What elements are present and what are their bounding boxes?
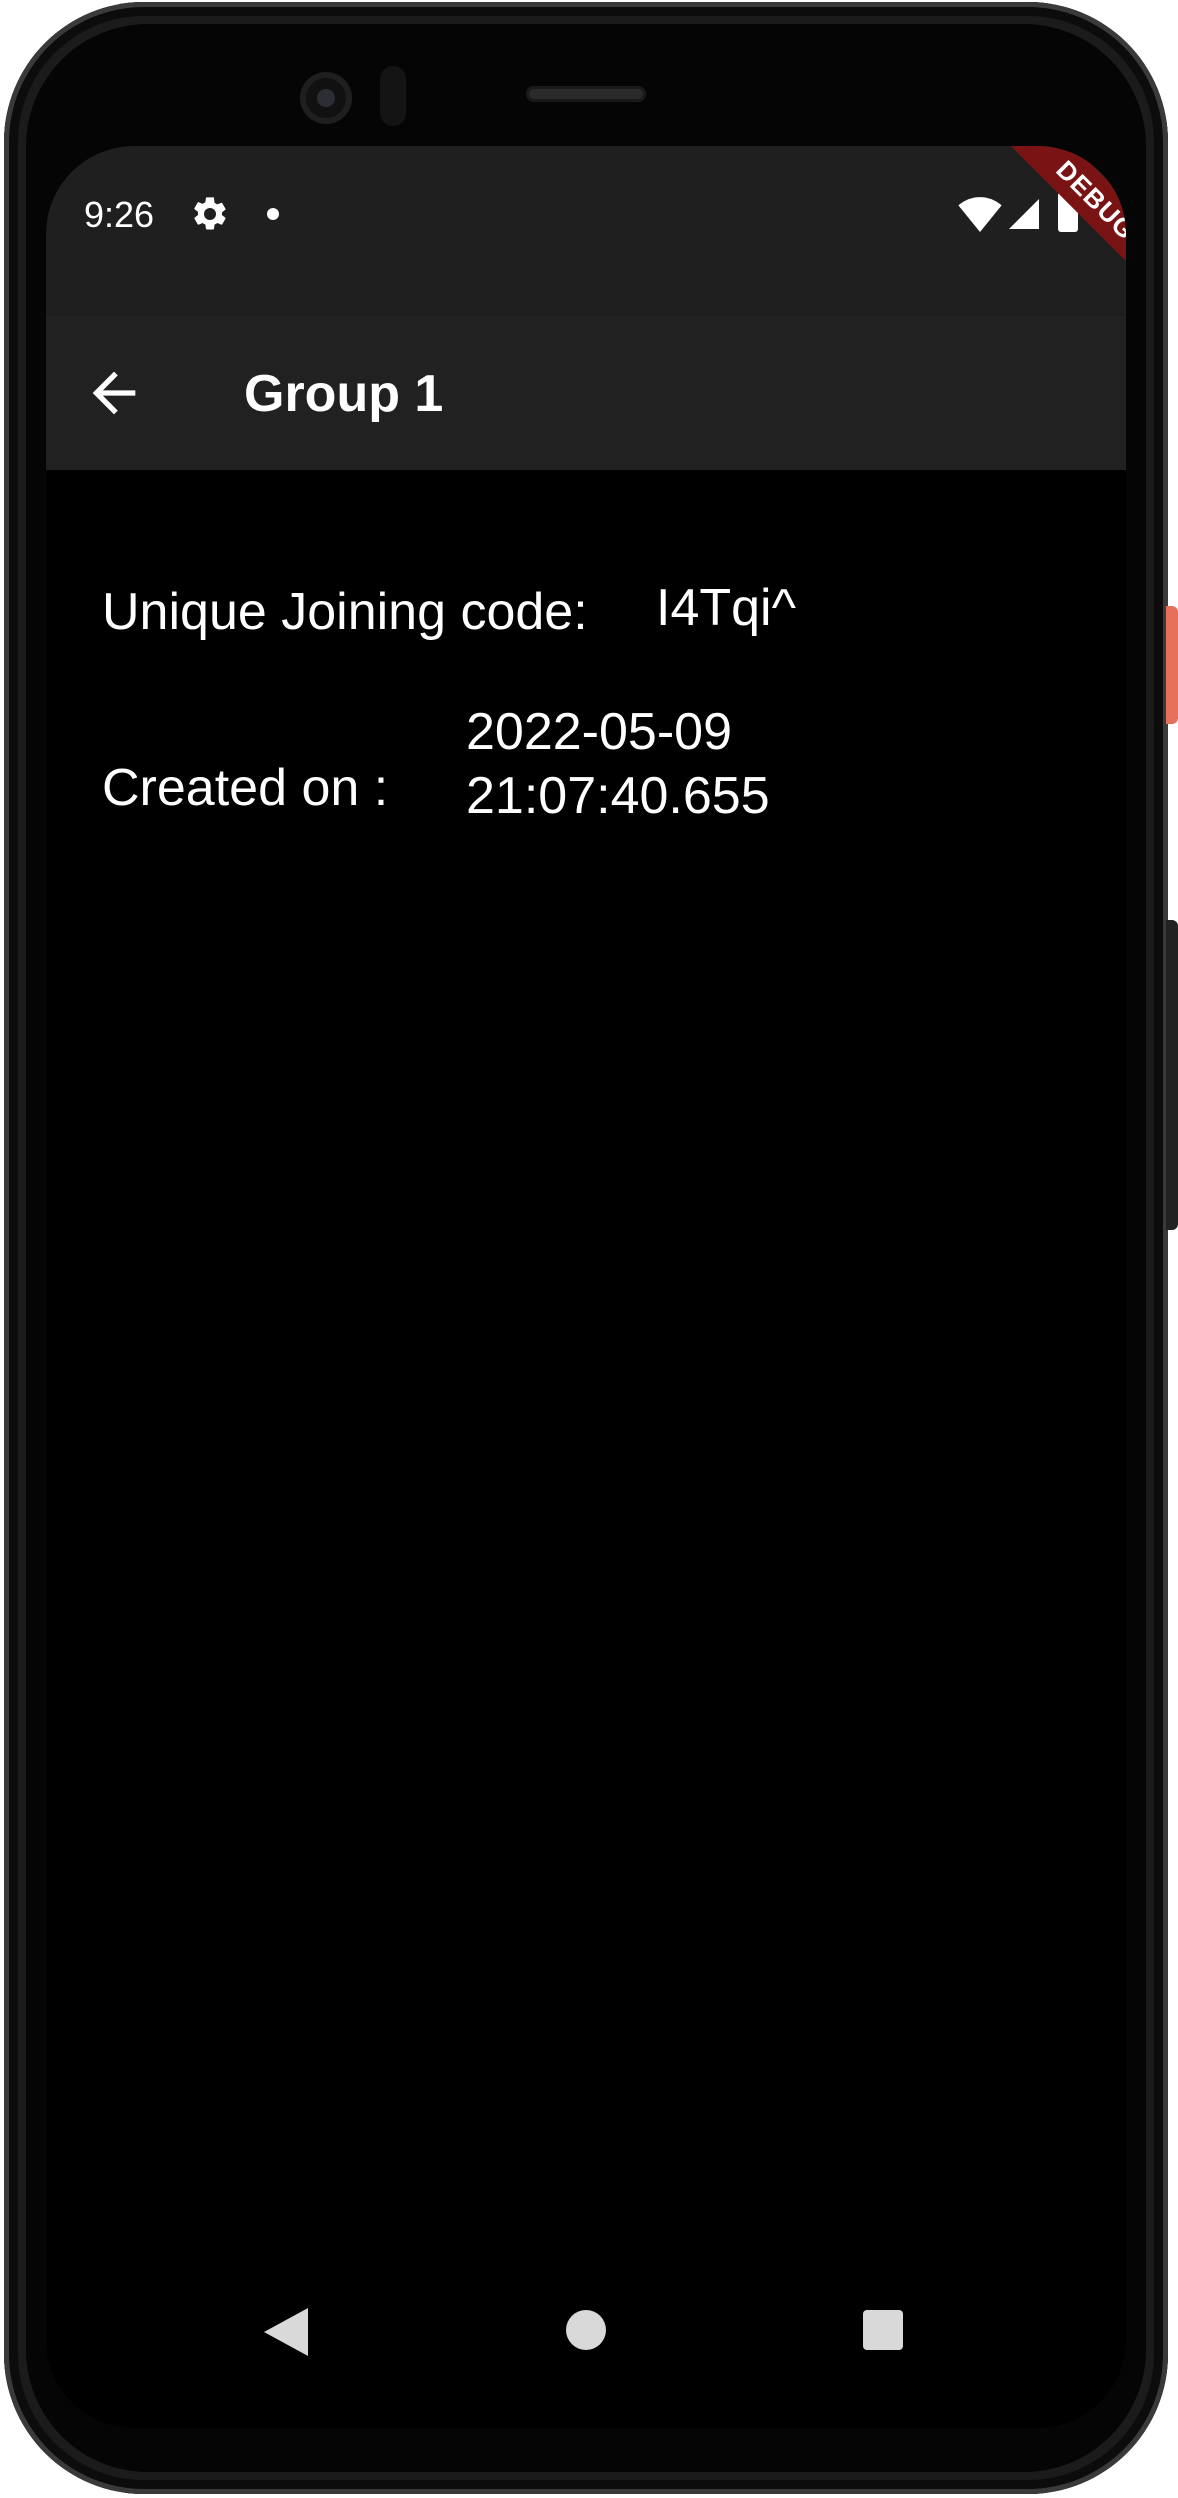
- created-on-value: 2022-05-09 21:07:40.655: [466, 703, 770, 825]
- gear-icon: [194, 197, 226, 230]
- front-camera: [300, 72, 352, 124]
- app-bar: Group 1: [46, 316, 1126, 470]
- earpiece-speaker: [526, 86, 646, 102]
- created-on-label: Created on :: [102, 759, 389, 817]
- signal-icon: [1009, 199, 1039, 229]
- system-nav-bar: [46, 2268, 1126, 2428]
- proximity-sensor: [380, 66, 406, 126]
- wifi-icon: [958, 197, 1002, 232]
- joining-code-label: Unique Joining code:: [102, 583, 588, 641]
- notification-dot-icon: [267, 208, 279, 220]
- status-bar: 9:26 DEBUG: [46, 146, 1126, 316]
- page-title: Group 1: [244, 365, 444, 423]
- joining-code-value: I4Tqi^: [656, 579, 797, 637]
- recents-square-icon[interactable]: [863, 2310, 903, 2350]
- screen: 9:26 DEBUG Group 1 Unique Joining code: …: [46, 146, 1126, 2428]
- arrow-left-icon[interactable]: [82, 361, 146, 425]
- status-time: 9:26: [84, 194, 155, 235]
- power-button: [1166, 606, 1178, 724]
- volume-button: [1166, 920, 1178, 1230]
- back-triangle-icon[interactable]: [264, 2308, 308, 2356]
- home-circle-icon[interactable]: [566, 2310, 606, 2350]
